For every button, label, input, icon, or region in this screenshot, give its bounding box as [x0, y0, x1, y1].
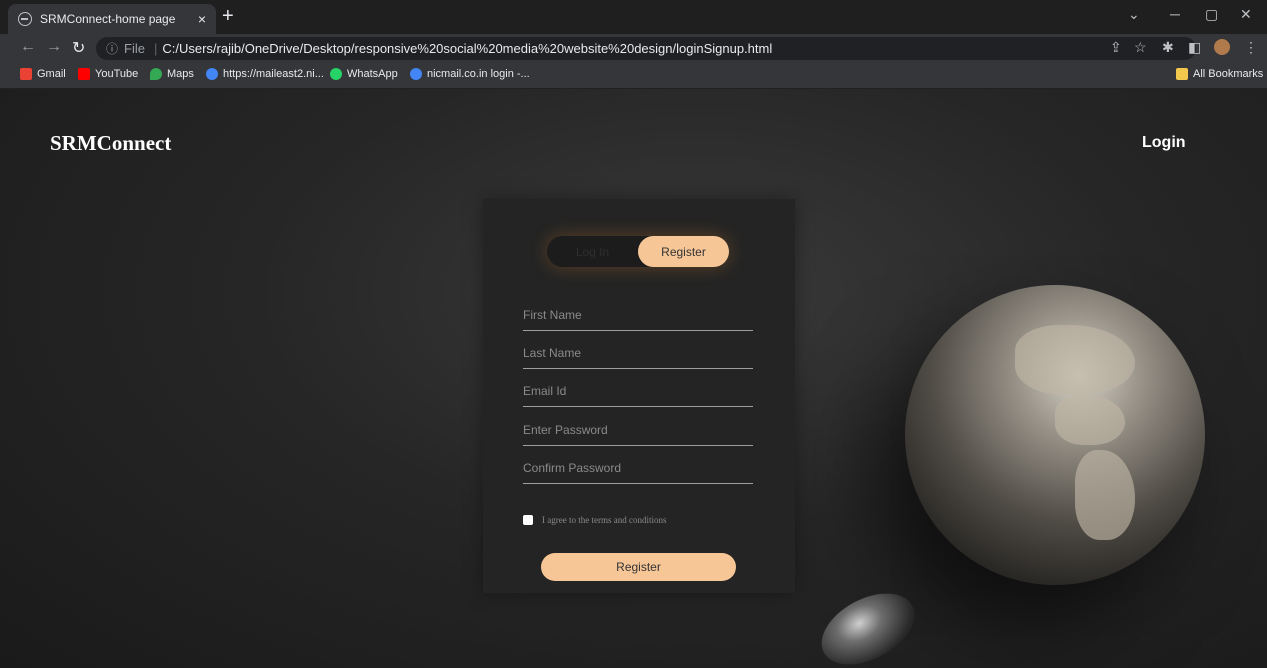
- side-panel-icon[interactable]: ◧: [1188, 39, 1201, 56]
- bookmark-label: YouTube: [95, 68, 139, 80]
- url-scheme: File: [124, 41, 145, 56]
- bookmark-gmail[interactable]: Gmail: [20, 68, 66, 80]
- extensions-icon[interactable]: ✱: [1162, 39, 1174, 56]
- bookmark-whatsapp[interactable]: WhatsApp: [330, 68, 398, 80]
- bookmark-maileast[interactable]: https://maileast2.ni...: [206, 68, 324, 80]
- gmail-icon: [20, 68, 32, 80]
- toggle-register-button[interactable]: Register: [638, 236, 729, 267]
- first-name-input[interactable]: [523, 303, 753, 331]
- terms-row: I agree to the terms and conditions: [523, 515, 666, 525]
- site-brand: SRMConnect: [50, 131, 172, 155]
- page-background: SRMConnect Login Log In Register I agree…: [0, 89, 1267, 668]
- login-register-toggle: Log In Register: [547, 236, 729, 267]
- browser-tab[interactable]: SRMConnect-home page ×: [8, 4, 216, 34]
- close-window-icon[interactable]: ✕: [1240, 6, 1252, 23]
- url-text: C:/Users/rajib/OneDrive/Desktop/responsi…: [162, 41, 773, 56]
- nav-login-link[interactable]: Login: [1142, 134, 1186, 152]
- globe-icon: [206, 68, 218, 80]
- back-arrow-icon[interactable]: ←: [20, 38, 36, 56]
- folder-icon: [1176, 68, 1188, 80]
- info-icon: ⓘ: [106, 42, 119, 56]
- browser-tab-strip: SRMConnect-home page × + ⌄ ─ ▢ ✕: [0, 0, 1267, 34]
- google-icon: [410, 68, 422, 80]
- maximize-icon[interactable]: ▢: [1205, 6, 1218, 23]
- address-bar[interactable]: ⓘ File | C:/Users/rajib/OneDrive/Desktop…: [96, 37, 1196, 60]
- bookmark-maps[interactable]: Maps: [150, 68, 194, 80]
- chevron-down-icon[interactable]: ⌄: [1128, 6, 1140, 23]
- profile-avatar[interactable]: [1214, 39, 1230, 55]
- globe-icon: [18, 12, 32, 26]
- tab-title: SRMConnect-home page: [40, 12, 176, 26]
- password-input[interactable]: [523, 418, 753, 446]
- bookmark-label: Maps: [167, 68, 194, 80]
- tab-close-icon[interactable]: ×: [192, 11, 206, 27]
- globe-land: [1015, 325, 1135, 395]
- confirm-password-input[interactable]: [523, 456, 753, 484]
- bookmarks-bar: Gmail YouTube Maps https://maileast2.ni.…: [0, 63, 1267, 89]
- minimize-icon[interactable]: ─: [1170, 6, 1180, 22]
- forward-arrow-icon[interactable]: →: [46, 38, 62, 56]
- all-bookmarks-label: All Bookmarks: [1193, 68, 1264, 80]
- map-pin-icon: [150, 68, 162, 80]
- bookmark-nicmail[interactable]: nicmail.co.in login -...: [410, 68, 530, 80]
- terms-checkbox[interactable]: [523, 515, 533, 525]
- register-card: Log In Register I agree to the terms and…: [483, 199, 795, 593]
- url-separator: |: [153, 41, 158, 56]
- pebble-image: [809, 579, 927, 668]
- bookmark-label: nicmail.co.in login -...: [427, 68, 530, 80]
- last-name-input[interactable]: [523, 341, 753, 369]
- globe-land: [1075, 450, 1135, 540]
- terms-label: I agree to the terms and conditions: [542, 515, 667, 525]
- globe-image: [905, 285, 1205, 585]
- globe-land: [1055, 395, 1125, 445]
- toggle-login-button[interactable]: Log In: [547, 236, 638, 267]
- menu-dots-icon[interactable]: ⋮: [1244, 39, 1258, 56]
- bookmark-label: https://maileast2.ni...: [223, 68, 324, 80]
- share-icon[interactable]: ⇪: [1110, 39, 1122, 56]
- new-tab-button[interactable]: +: [222, 6, 234, 26]
- email-input[interactable]: [523, 379, 753, 407]
- all-bookmarks[interactable]: All Bookmarks: [1176, 68, 1263, 80]
- reload-icon[interactable]: ↻: [72, 38, 85, 58]
- browser-toolbar: ← → ↻ ⓘ File | C:/Users/rajib/OneDrive/D…: [0, 34, 1267, 63]
- bookmark-label: Gmail: [37, 68, 66, 80]
- bookmark-label: WhatsApp: [347, 68, 398, 80]
- register-button[interactable]: Register: [541, 553, 736, 581]
- whatsapp-icon: [330, 68, 342, 80]
- bookmark-youtube[interactable]: YouTube: [78, 68, 138, 80]
- youtube-icon: [78, 68, 90, 80]
- star-icon[interactable]: ☆: [1134, 39, 1147, 56]
